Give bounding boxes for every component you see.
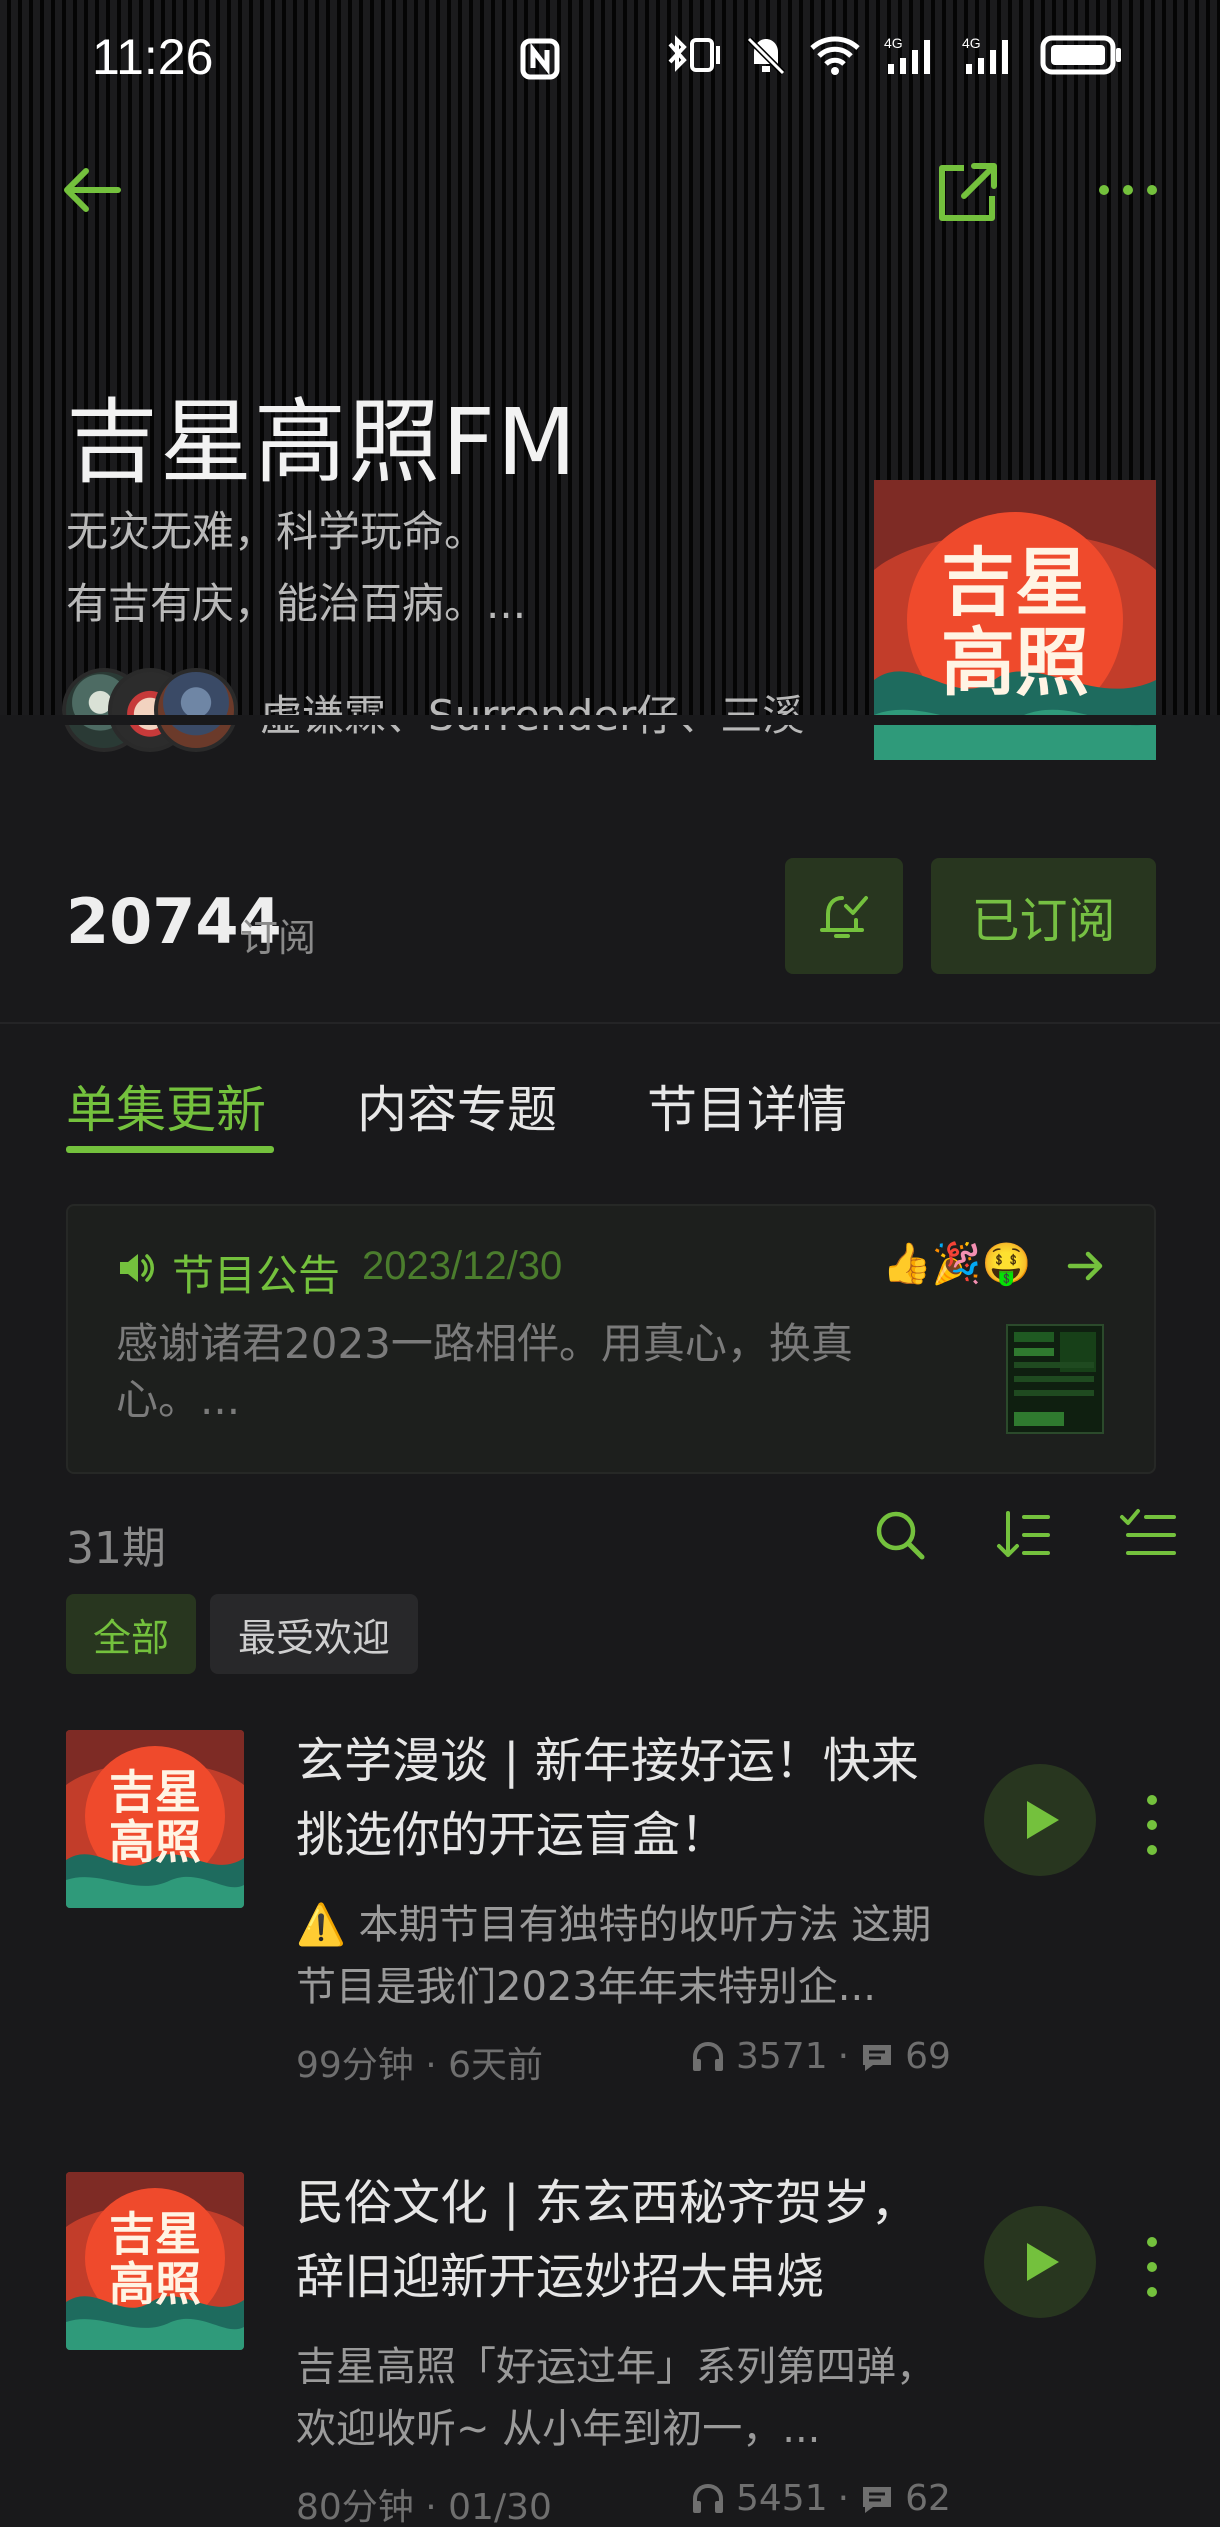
announcement-card[interactable]: 节目公告 2023/12/30 👍🎉🤑 感谢诸君2023一路相伴。用真心，换真心… — [66, 1204, 1156, 1474]
status-time: 11:26 — [92, 29, 214, 85]
battery-icon — [1040, 35, 1121, 75]
show-description[interactable]: 无灾无难，科学玩命。 有吉有庆，能治百病。... — [66, 496, 866, 640]
arrow-right-icon[interactable] — [1066, 1246, 1106, 1286]
subscriber-label: 订阅 — [240, 916, 317, 960]
multi-select-icon[interactable] — [1118, 1505, 1178, 1565]
active-tab-indicator — [66, 1146, 274, 1153]
episode-stats: 3571 · 69 — [690, 2036, 951, 2077]
avatar — [154, 668, 238, 752]
comment-count: 69 — [905, 2036, 951, 2077]
more-options-icon[interactable] — [1096, 170, 1160, 210]
episode-meta: 99分钟 · 6天前 — [296, 2045, 544, 2086]
announcement-thumbnail[interactable] — [1006, 1324, 1104, 1434]
play-button[interactable] — [984, 2206, 1096, 2318]
status-icons: 4G 4G — [666, 34, 1124, 76]
episode-cover[interactable]: 吉星 高照 — [66, 1730, 244, 1908]
nfc-icon — [520, 38, 560, 80]
play-count: 3571 — [736, 2036, 828, 2077]
play-icon — [1027, 2243, 1059, 2281]
description-line: 有吉有庆，能治百病。... — [66, 579, 527, 628]
back-arrow-icon[interactable] — [60, 158, 124, 222]
tab-episodes[interactable]: 单集更新 — [66, 1070, 266, 1142]
comment-count: 62 — [905, 2478, 951, 2519]
cover-text-line: 高照 — [941, 620, 1089, 706]
episode-count: 31期 — [66, 1523, 166, 1574]
svg-text:4G: 4G — [884, 35, 903, 51]
bluetooth-vibrate-icon — [668, 35, 720, 72]
episode-meta: 80分钟 · 01/30 — [296, 2487, 552, 2527]
episode-cover-art: 吉星 高照 — [66, 1730, 244, 1908]
header-edge — [0, 715, 1220, 725]
show-title: 吉星高照FM — [66, 389, 579, 496]
separator-dot: · — [837, 2036, 850, 2077]
play-button[interactable] — [984, 1764, 1096, 1876]
announcement-title: 节目公告 — [172, 1251, 341, 1300]
list-item[interactable]: 吉星 高照 玄学漫谈 | 新年接好运！快来挑选你的开运盲盒！ ⚠️ 本期节目有独… — [0, 1730, 1220, 2160]
mute-bell-icon — [746, 36, 786, 76]
announcement-emoji: 👍🎉🤑 — [882, 1241, 1032, 1287]
tab-topics[interactable]: 内容专题 — [357, 1070, 557, 1142]
episode-description: ⚠️ 本期节目有独特的收听方法 这期节目是我们2023年年末特别企... — [296, 1902, 932, 2010]
status-bar: 11:26 4G 4G — [0, 0, 1220, 120]
episode-stats: 5451 · 62 — [690, 2478, 951, 2519]
filter-all[interactable]: 全部 — [66, 1594, 196, 1674]
signal-4g-icon: 4G — [884, 35, 930, 74]
announcement-date: 2023/12/30 — [362, 1244, 563, 1288]
play-icon — [1027, 1801, 1059, 1839]
description-line: 无灾无难，科学玩命。 — [66, 507, 487, 556]
play-count: 5451 — [736, 2478, 828, 2519]
svg-text:4G: 4G — [962, 35, 981, 51]
cover-text-line: 高照 — [109, 2257, 201, 2311]
tab-details[interactable]: 节目详情 — [647, 1070, 847, 1142]
divider — [0, 1022, 1220, 1024]
cover-text-line: 吉星 — [941, 540, 1089, 626]
more-vertical-icon[interactable] — [1134, 2232, 1170, 2302]
cover-text-line: 吉星 — [109, 1765, 201, 1819]
subscribed-button[interactable]: 已订阅 — [931, 858, 1156, 974]
cover-text-line: 高照 — [109, 1815, 201, 1869]
episode-title[interactable]: 民俗文化 | 东玄西秘齐贺岁，辞旧迎新开运妙招大串烧 — [296, 2166, 956, 2314]
episode-cover-art: 吉星 高照 — [66, 2172, 244, 2350]
bell-check-icon — [820, 896, 868, 938]
speaker-icon — [120, 1254, 154, 1282]
notify-button[interactable] — [785, 858, 903, 974]
more-vertical-icon[interactable] — [1134, 1790, 1170, 1860]
thumbnail-image — [1008, 1326, 1102, 1432]
list-item[interactable]: 吉星 高照 民俗文化 | 东玄西秘齐贺岁，辞旧迎新开运妙招大串烧 吉星高照「好运… — [0, 2172, 1220, 2527]
episode-cover[interactable]: 吉星 高照 — [66, 2172, 244, 2350]
episode-description: 吉星高照「好运过年」系列第四弹，欢迎收听~ 从小年到初一，... — [296, 2344, 936, 2452]
host-names[interactable]: 虚谦霖、Surrender仔、三溪 — [260, 682, 804, 743]
filter-popular[interactable]: 最受欢迎 — [210, 1594, 418, 1674]
host-avatars[interactable] — [62, 668, 242, 752]
comment-icon — [863, 2044, 892, 2071]
comment-icon — [863, 2486, 892, 2513]
search-icon[interactable] — [870, 1505, 930, 1565]
headphones-icon — [693, 2483, 723, 2513]
announcement-body: 感谢诸君2023一路相伴。用真心，换真心。... — [116, 1319, 853, 1424]
sort-icon[interactable] — [994, 1505, 1054, 1565]
signal-4g-icon-2: 4G — [962, 35, 1008, 74]
cover-text-line: 吉星 — [109, 2207, 201, 2261]
share-icon[interactable] — [934, 158, 1002, 226]
episode-title[interactable]: 玄学漫谈 | 新年接好运！快来挑选你的开运盲盒！ — [296, 1724, 956, 1872]
separator-dot: · — [837, 2478, 850, 2519]
headphones-icon — [693, 2041, 723, 2071]
wifi-icon — [810, 36, 860, 75]
